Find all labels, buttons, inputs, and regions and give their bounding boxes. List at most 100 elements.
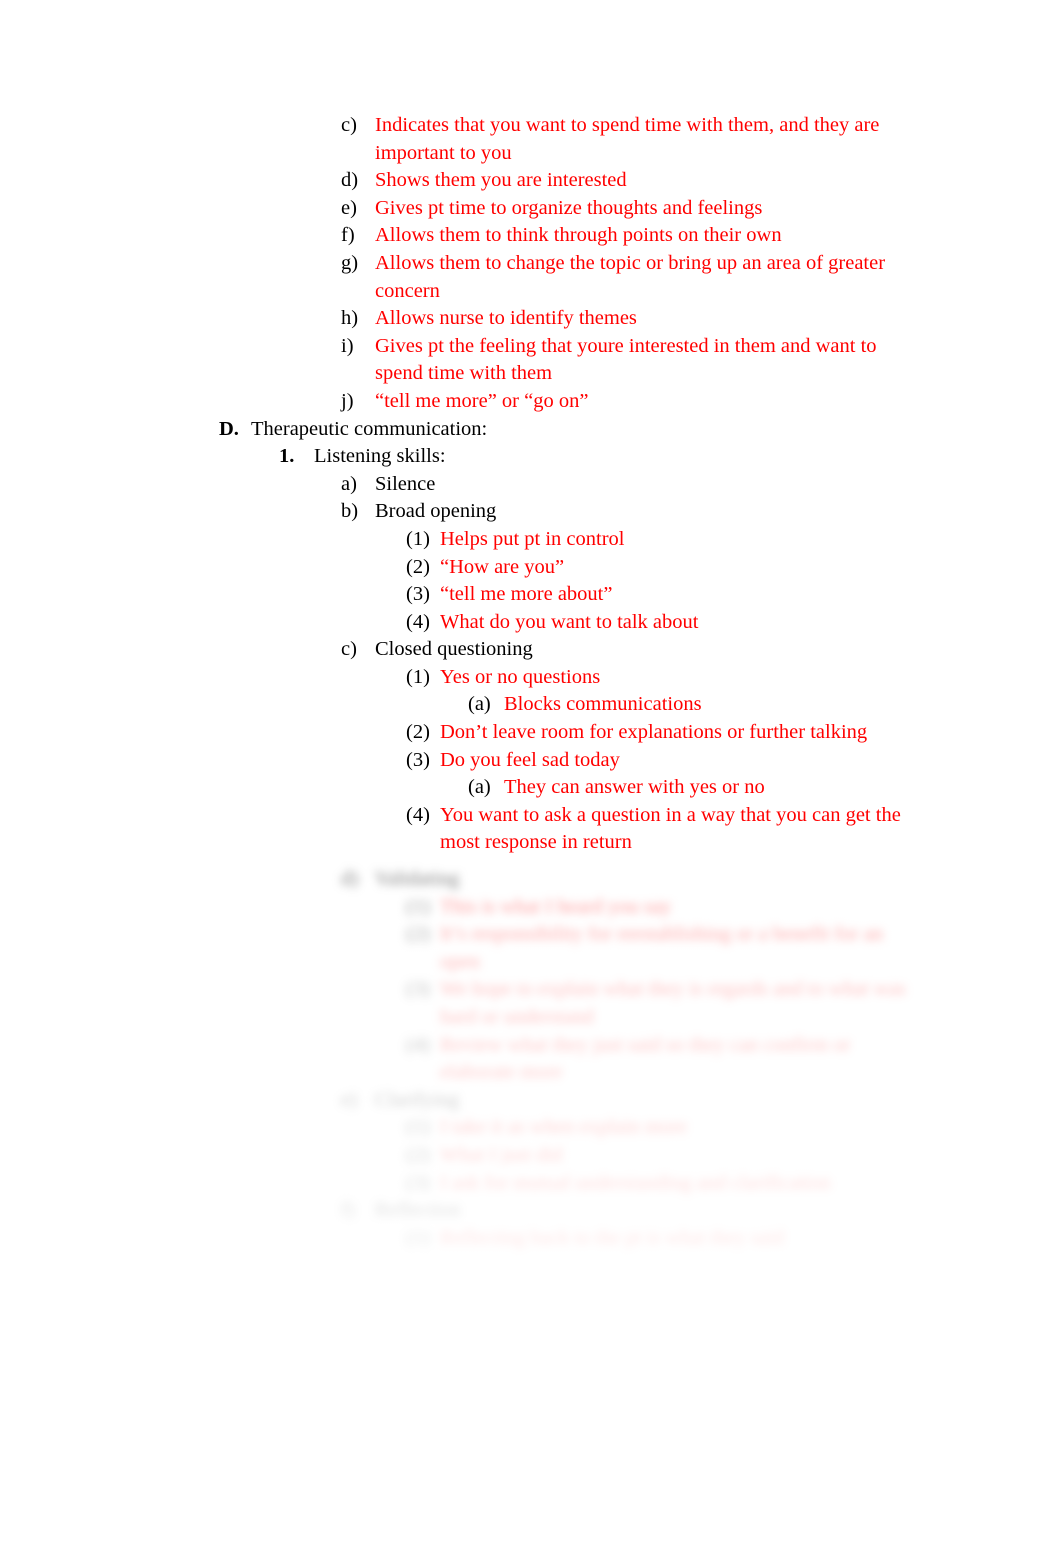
sub-list-marker: (1) (406, 1226, 430, 1249)
list-marker: f) (341, 224, 355, 247)
sub-list-item: (1) Reflecting back to the pt is what th… (0, 1225, 1062, 1253)
sub-list-item: (3) We hope to explain what they is rega… (0, 976, 1062, 1031)
list-marker: c) (341, 114, 357, 136)
sub-list-item: (2) “How are you” (0, 554, 1062, 582)
list-marker: j) (341, 389, 354, 412)
list-marker: i) (341, 334, 354, 357)
list-item: h) Allows nurse to identify themes (0, 305, 1062, 333)
list-text: Gives pt the feeling that youre interest… (375, 334, 877, 385)
list-marker: f) (341, 1199, 355, 1222)
sub-list-text: Helps put pt in control (440, 527, 625, 550)
sub-list-marker: (3) (406, 583, 430, 606)
list-text: Closed questioning (375, 638, 533, 661)
list-marker: c) (341, 638, 357, 661)
document-body: c) Indicates that you want to spend time… (0, 112, 1062, 857)
sub-list-text: Yes or no questions (440, 665, 601, 688)
list-item: f) Allows them to think through points o… (0, 222, 1062, 250)
sub-list-marker: (1) (406, 665, 430, 688)
sub-list-text: I take it as when explain more (440, 1116, 688, 1139)
list-item: d) Shows them you are interested (0, 167, 1062, 195)
list-marker: g) (341, 251, 359, 274)
sub-list-marker: (3) (406, 978, 430, 1001)
list-item: f) Reflection (0, 1197, 1062, 1225)
document-page: c) Indicates that you want to spend time… (0, 0, 1062, 1556)
obscured-content-region: d) Validating (1) This is what I heard y… (0, 866, 1062, 1266)
list-text: Validating (375, 868, 460, 890)
list-item: e) Clarifying (0, 1087, 1062, 1115)
list-marker: d) (341, 868, 359, 890)
sub-list-text: I ask for mutual understanding and clari… (440, 1171, 831, 1194)
sub-list-item: (2) It’s responsibility for reestablishi… (0, 921, 1062, 976)
sub-list-text: Reflecting back to the pt is what they s… (440, 1226, 784, 1249)
sub-sub-list-marker: (a) (468, 776, 491, 799)
list-marker: e) (341, 1088, 357, 1111)
list-text: Gives pt time to organize thoughts and f… (375, 196, 763, 219)
section-heading-d: D. Therapeutic communication: (0, 416, 1062, 444)
section-marker: D. (219, 417, 239, 440)
sub-list-item: (3) I ask for mutual understanding and c… (0, 1170, 1062, 1198)
sub-sub-list-item: (a) They can answer with yes or no (0, 774, 1062, 802)
list-item: d) Validating (0, 866, 1062, 894)
sub-list-marker: (2) (406, 1143, 430, 1166)
sub-list-marker: (4) (406, 610, 430, 633)
list-item: c) Closed questioning (0, 636, 1062, 664)
list-marker: d) (341, 169, 359, 192)
list-item: c) Indicates that you want to spend time… (0, 112, 1062, 167)
sub-list-text: You want to ask a question in a way that… (440, 803, 901, 854)
list-marker: h) (341, 307, 359, 330)
sub-list-item: (4) Review what they just said so they c… (0, 1032, 1062, 1087)
sub-list-text: What I just did (440, 1143, 563, 1166)
list-text: Shows them you are interested (375, 169, 627, 192)
sub-list-marker: (1) (406, 895, 430, 918)
sub-sub-list-marker: (a) (468, 693, 491, 716)
sub-list-text: It’s responsibility for reestablishing o… (440, 923, 883, 973)
list-item: a) Silence (0, 471, 1062, 499)
list-item: i) Gives pt the feeling that youre inter… (0, 333, 1062, 388)
list-item: g) Allows them to change the topic or br… (0, 250, 1062, 305)
sub-list-text: “How are you” (440, 555, 565, 578)
sub-list-item: (4) You want to ask a question in a way … (0, 802, 1062, 857)
sub-list-item: (1) This is what I heard you say (0, 894, 1062, 922)
sub-list-marker: (2) (406, 555, 430, 578)
list-text: Clarifying (375, 1088, 460, 1111)
list-text: Broad opening (375, 500, 497, 523)
sub-sub-list-text: They can answer with yes or no (504, 776, 765, 799)
sub-list-marker: (1) (406, 527, 430, 550)
sub-list-item: (4) What do you want to talk about (0, 609, 1062, 637)
list-text: Silence (375, 472, 436, 495)
list-item: b) Broad opening (0, 498, 1062, 526)
sub-sub-list-item: (a) Blocks communications (0, 691, 1062, 719)
sub-list-text: This is what I heard you say (440, 895, 672, 918)
subsection-marker: 1. (279, 445, 295, 468)
sub-sub-list-text: Blocks communications (504, 693, 702, 716)
list-marker: e) (341, 196, 357, 219)
list-text: Allows nurse to identify themes (375, 307, 637, 330)
sub-list-text: We hope to explain what they is regards … (440, 978, 906, 1028)
sub-list-text: Review what they just said so they can c… (440, 1033, 851, 1084)
sub-list-marker: (2) (406, 923, 430, 946)
list-marker: b) (341, 500, 359, 523)
list-text: “tell me more” or “go on” (375, 389, 589, 412)
subsection-heading-1: 1. Listening skills: (0, 443, 1062, 471)
sub-list-item: (2) What I just did (0, 1142, 1062, 1170)
list-text: Reflection (375, 1199, 461, 1222)
sub-list-item: (1) Yes or no questions (0, 664, 1062, 692)
list-item: e) Gives pt time to organize thoughts an… (0, 195, 1062, 223)
list-text: Allows them to change the topic or bring… (375, 251, 886, 302)
sub-list-marker: (3) (406, 1171, 430, 1194)
sub-list-text: Don’t leave room for explanations or fur… (440, 721, 868, 744)
sub-list-text: “tell me more about” (440, 583, 613, 606)
sub-list-item: (1) I take it as when explain more (0, 1114, 1062, 1142)
sub-list-item: (2) Don’t leave room for explanations or… (0, 719, 1062, 747)
list-marker: a) (341, 472, 357, 495)
sub-list-item: (3) “tell me more about” (0, 581, 1062, 609)
sub-list-marker: (2) (406, 721, 430, 744)
sub-list-marker: (1) (406, 1116, 430, 1139)
sub-list-item: (3) Do you feel sad today (0, 747, 1062, 775)
sub-list-text: Do you feel sad today (440, 748, 620, 771)
sub-list-marker: (3) (406, 748, 430, 771)
sub-list-text: What do you want to talk about (440, 610, 699, 633)
subsection-title: Listening skills: (314, 445, 446, 468)
sub-list-marker: (4) (406, 803, 430, 826)
section-title: Therapeutic communication: (251, 417, 488, 440)
